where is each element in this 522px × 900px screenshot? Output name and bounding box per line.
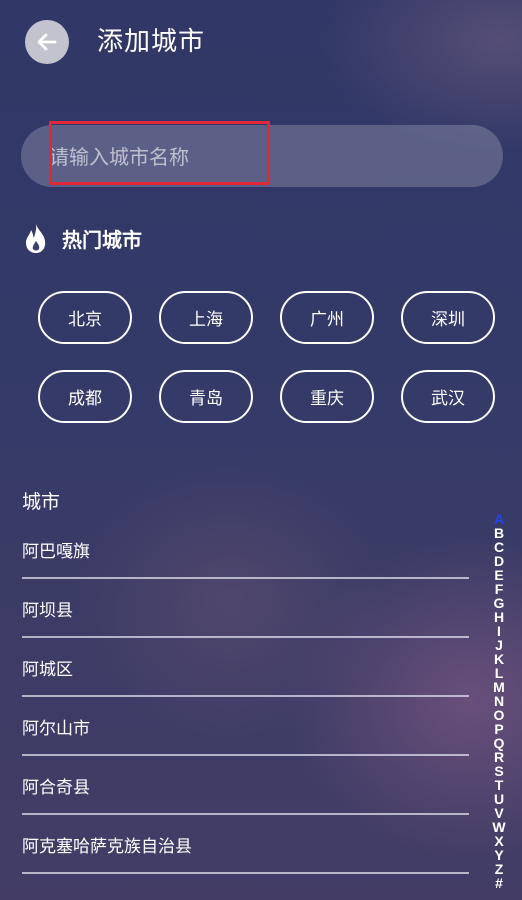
list-item[interactable]: 阿合奇县	[22, 758, 469, 815]
index-letter-l[interactable]: L	[495, 666, 504, 680]
index-letter-k[interactable]: K	[494, 652, 504, 666]
list-item[interactable]: 阿尔山市	[22, 699, 469, 756]
index-letter-n[interactable]: N	[494, 694, 504, 708]
hot-city-qingdao[interactable]: 青岛	[159, 370, 253, 423]
flame-icon	[26, 223, 46, 253]
index-letter-x[interactable]: X	[494, 834, 503, 848]
index-letter-v[interactable]: V	[494, 806, 503, 820]
back-button[interactable]	[25, 20, 69, 64]
index-letter-w[interactable]: W	[492, 820, 505, 834]
index-letter-h[interactable]: H	[494, 610, 504, 624]
index-letter-m[interactable]: M	[493, 680, 505, 694]
index-letter-a[interactable]: A	[494, 512, 504, 526]
arrow-left-icon	[37, 33, 57, 51]
list-item[interactable]: 阿城区	[22, 640, 469, 697]
index-letter-g[interactable]: G	[494, 596, 505, 610]
index-letter-e[interactable]: E	[494, 568, 503, 582]
index-letter-s[interactable]: S	[494, 764, 503, 778]
hot-cities-title: 热门城市	[62, 227, 142, 252]
alphabet-index-bar[interactable]: A B C D E F G H I J K L M N O P Q R S T U V W X Y Z #	[488, 512, 510, 890]
list-item[interactable]: 阿克塞哈萨克族自治县	[22, 817, 469, 874]
hot-city-wuhan[interactable]: 武汉	[401, 370, 495, 423]
hot-city-chongqing[interactable]: 重庆	[280, 370, 374, 423]
index-letter-b[interactable]: B	[494, 526, 504, 540]
index-letter-o[interactable]: O	[494, 708, 505, 722]
page-title: 添加城市	[97, 27, 206, 57]
index-letter-f[interactable]: F	[495, 582, 504, 596]
hot-city-shanghai[interactable]: 上海	[159, 291, 253, 344]
list-item[interactable]: 阿巴嘎旗	[22, 522, 469, 579]
index-letter-d[interactable]: D	[494, 554, 504, 568]
search-box[interactable]	[21, 125, 503, 189]
index-letter-c[interactable]: C	[494, 540, 504, 554]
hot-city-guangzhou[interactable]: 广州	[280, 291, 374, 344]
index-letter-u[interactable]: U	[494, 792, 504, 806]
hot-city-beijing[interactable]: 北京	[38, 291, 132, 344]
index-letter-p[interactable]: P	[494, 722, 503, 736]
index-letter-i[interactable]: I	[497, 624, 501, 638]
index-letter-y[interactable]: Y	[494, 848, 503, 862]
index-letter-z[interactable]: Z	[495, 862, 504, 876]
index-letter-r[interactable]: R	[494, 750, 504, 764]
header: 添加城市	[0, 0, 522, 86]
hot-city-chengdu[interactable]: 成都	[38, 370, 132, 423]
index-letter-t[interactable]: T	[495, 778, 504, 792]
index-letter-j[interactable]: J	[495, 638, 503, 652]
index-letter-hash[interactable]: #	[495, 876, 503, 890]
city-section-label: 城市	[22, 491, 61, 513]
search-input[interactable]	[47, 125, 481, 189]
hot-city-shenzhen[interactable]: 深圳	[401, 291, 495, 344]
index-letter-q[interactable]: Q	[494, 736, 505, 750]
list-item[interactable]: 阿坝县	[22, 581, 469, 638]
hot-cities-header: 热门城市	[22, 220, 142, 256]
